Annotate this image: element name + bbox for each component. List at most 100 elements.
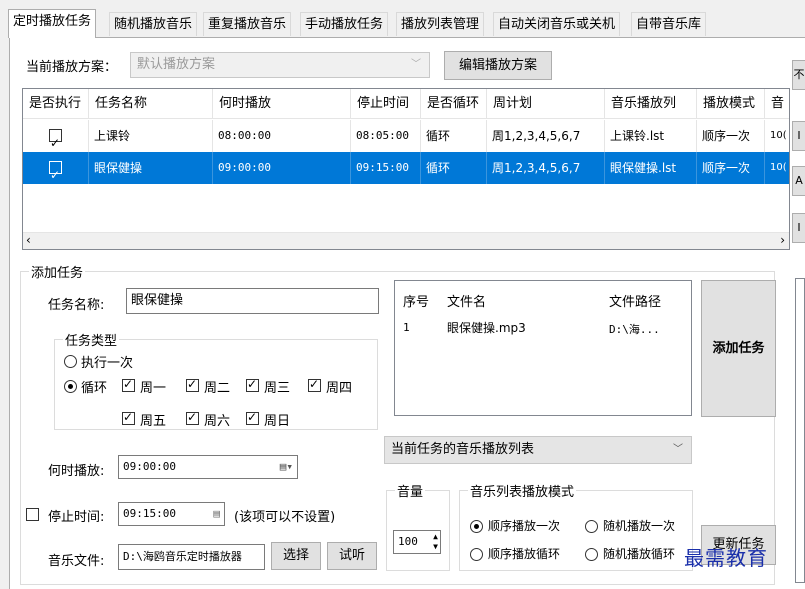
volume-group: 音量	[386, 481, 450, 571]
table-row[interactable]: 上课铃 08:00:00 08:05:00 循环 周1,2,3,4,5,6,7 …	[23, 120, 789, 152]
tab-manual-tasks[interactable]: 手动播放任务	[300, 12, 389, 36]
task-name-input[interactable]: 眼保健操	[126, 288, 379, 314]
stop-time-picker[interactable]: 09:15:00 ▤	[118, 502, 225, 526]
row-week: 周1,2,3,4,5,6,7	[487, 152, 605, 184]
column-header-stop[interactable]: 停止时间	[351, 89, 421, 119]
row-volume: 10(	[765, 120, 789, 152]
add-task-button[interactable]: 添加任务	[701, 280, 776, 417]
once-radio[interactable]	[64, 355, 77, 368]
day-checkbox-sat[interactable]	[186, 410, 199, 425]
day-label: 周四	[326, 381, 353, 396]
row-enabled-checkbox[interactable]	[49, 159, 62, 184]
start-time-picker[interactable]: 09:00:00 ▤▾	[118, 455, 298, 479]
choose-file-button[interactable]: 选择	[271, 542, 321, 570]
right-edge-button-2[interactable]: I	[792, 121, 805, 151]
column-header-name[interactable]: 任务名称	[89, 89, 213, 119]
tab-playlist-manage[interactable]: 播放列表管理	[396, 12, 485, 36]
start-time-value: 09:00:00	[123, 460, 176, 473]
column-header-mode[interactable]: 播放模式	[697, 89, 765, 119]
volume-title: 音量	[397, 485, 424, 500]
day-checkbox-sun[interactable]	[246, 410, 259, 425]
edit-plan-button[interactable]: 编辑播放方案	[444, 51, 552, 80]
row-check-cell	[23, 120, 89, 152]
horizontal-scrollbar[interactable]: ‹ ›	[23, 232, 789, 249]
day-label: 周五	[140, 414, 167, 429]
column-header-loop[interactable]: 是否循环	[421, 89, 487, 119]
row-start: 09:00:00	[213, 152, 351, 184]
tab-music-library[interactable]: 自带音乐库	[631, 12, 707, 36]
calendar-icon[interactable]: ▤	[213, 503, 220, 525]
day-label: 周二	[204, 381, 231, 396]
column-header-playlist[interactable]: 音乐播放列	[605, 89, 697, 119]
column-header-week[interactable]: 周计划	[487, 89, 605, 119]
column-header-enabled[interactable]: 是否执行	[23, 89, 89, 119]
plan-label: 当前播放方案：	[26, 60, 118, 75]
right-edge-button-4[interactable]: I	[792, 213, 805, 243]
watermark-logo: 最需教育	[684, 546, 768, 570]
mode-radio-seq-once[interactable]	[470, 520, 483, 533]
mode-label: 顺序播放一次	[488, 519, 561, 533]
column-header-volume[interactable]: 音	[765, 89, 789, 119]
tab-random-music[interactable]: 随机播放音乐	[109, 12, 198, 36]
day-checkbox-tue[interactable]	[186, 377, 199, 392]
mode-radio-seq-loop[interactable]	[470, 548, 483, 561]
column-header-start[interactable]: 何时播放	[213, 89, 351, 119]
right-edge-button-1[interactable]: 不	[792, 60, 805, 90]
plan-select-value: 默认播放方案	[137, 57, 216, 72]
stop-time-hint: (该项可以不设置)	[234, 510, 336, 525]
playlist-select[interactable]: 当前任务的音乐播放列表 ﹀	[384, 436, 692, 464]
tab-scheduled-tasks[interactable]: 定时播放任务	[8, 9, 97, 38]
mode-radio-rand-once[interactable]	[585, 520, 598, 533]
table-row-selected[interactable]: 眼保健操 09:00:00 09:15:00 循环 周1,2,3,4,5,6,7…	[23, 152, 789, 184]
volume-value: 100	[398, 535, 418, 548]
once-label: 执行一次	[81, 356, 134, 371]
file-name: 眼保健操.mp3	[447, 321, 526, 335]
right-log-box	[795, 278, 805, 583]
day-label: 周三	[264, 381, 291, 396]
tab-repeat-music[interactable]: 重复播放音乐	[203, 12, 292, 36]
row-playlist: 上课铃.lst	[605, 120, 697, 152]
music-file-label: 音乐文件:	[48, 554, 105, 569]
day-label: 周六	[204, 414, 231, 429]
day-checkbox-thu[interactable]	[308, 377, 321, 392]
stop-time-checkbox[interactable]	[26, 508, 39, 521]
scroll-left-icon[interactable]: ‹	[26, 233, 31, 247]
file-list[interactable]: 序号 文件名 文件路径 1 眼保健操.mp3 D:\海...	[394, 280, 692, 416]
day-checkbox-mon[interactable]	[122, 377, 135, 392]
tab-auto-shutdown[interactable]: 自动关闭音乐或关机	[493, 12, 621, 36]
mode-radio-rand-loop[interactable]	[585, 548, 598, 561]
row-loop: 循环	[421, 120, 487, 152]
music-file-input[interactable]: D:\海鸥音乐定时播放器	[118, 544, 265, 570]
row-loop: 循环	[421, 152, 487, 184]
row-name: 上课铃	[89, 120, 213, 152]
spinner-arrows-icon[interactable]: ▲ ▼	[433, 532, 438, 552]
row-week: 周1,2,3,4,5,6,7	[487, 120, 605, 152]
loop-label: 循环	[81, 381, 108, 396]
preview-button[interactable]: 试听	[327, 542, 377, 570]
day-checkbox-fri[interactable]	[122, 410, 135, 425]
playlist-select-value: 当前任务的音乐播放列表	[391, 442, 535, 457]
calendar-dropdown-icon[interactable]: ▤▾	[280, 456, 293, 478]
add-task-group-title: 添加任务	[31, 266, 84, 281]
row-name: 眼保健操	[89, 152, 213, 184]
row-enabled-checkbox[interactable]	[49, 127, 62, 152]
volume-spinner[interactable]: 100 ▲ ▼	[393, 530, 441, 554]
right-edge-button-3[interactable]: A	[792, 166, 805, 196]
start-time-label: 何时播放:	[48, 464, 105, 479]
day-checkbox-wed[interactable]	[246, 377, 259, 392]
scroll-right-icon[interactable]: ›	[780, 233, 785, 247]
file-col-name[interactable]: 文件名	[447, 291, 486, 310]
plan-select[interactable]: 默认播放方案 ﹀	[130, 52, 430, 78]
file-col-index[interactable]: 序号	[403, 291, 429, 310]
file-path: D:\海...	[609, 323, 660, 336]
task-type-title: 任务类型	[65, 334, 118, 349]
row-mode: 顺序一次	[697, 120, 765, 152]
task-table[interactable]: 是否执行 任务名称 何时播放 停止时间 是否循环 周计划 音乐播放列 播放模式 …	[22, 88, 790, 250]
loop-radio[interactable]	[64, 380, 77, 393]
mode-label: 顺序播放循环	[488, 547, 561, 561]
mode-label: 随机播放循环	[603, 547, 676, 561]
file-col-path[interactable]: 文件路径	[609, 291, 661, 310]
row-stop: 09:15:00	[351, 152, 421, 184]
chevron-down-icon: ﹀	[673, 444, 683, 455]
task-name-label: 任务名称:	[48, 298, 105, 313]
